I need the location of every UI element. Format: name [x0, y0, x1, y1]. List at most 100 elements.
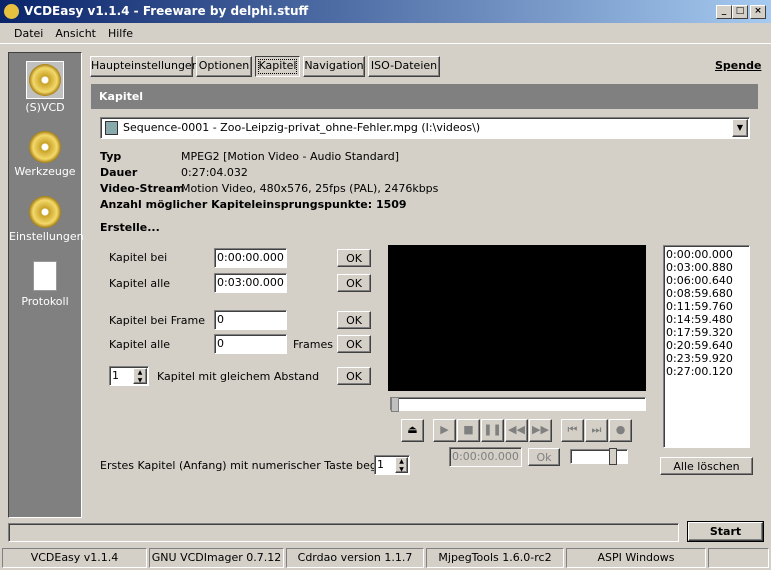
sidebar-item-protokoll[interactable]: Protokoll — [9, 261, 81, 308]
sidebar: (S)VCD Werkzeuge Einstellungen Protokoll — [8, 52, 84, 518]
chapter-list-item[interactable]: 0:23:59.920 — [666, 352, 747, 365]
menu-ansicht[interactable]: Ansicht — [55, 27, 96, 40]
kapitel-alle-input[interactable]: 0:03:00.000 — [214, 273, 287, 293]
kapitel-bei-ok-button[interactable]: OK — [337, 249, 371, 267]
kapitel-alle-label: Kapitel alle — [109, 277, 171, 290]
tab-kapitel[interactable]: Kapitel — [255, 56, 300, 77]
chapter-list-item[interactable]: 0:14:59.480 — [666, 313, 747, 326]
sidebar-label: Protokoll — [21, 295, 69, 308]
volume-thumb[interactable] — [609, 448, 617, 465]
file-select-value: Sequence-0001 - Zoo-Leipzig-privat_ohne-… — [123, 121, 481, 134]
spinner-arrows-icon[interactable]: ▲ ▼ — [133, 368, 147, 384]
spende-link[interactable]: Spende — [715, 59, 761, 72]
tab-haupteinstellungen[interactable]: Haupteinstellungen — [90, 56, 199, 77]
kapitel-alle-frames-ok-button[interactable]: OK — [337, 335, 371, 353]
tab-optionen[interactable]: Optionen — [196, 56, 252, 77]
gleich-spinner[interactable]: 1 ▲ ▼ — [109, 366, 149, 386]
rewind-icon[interactable]: ◀◀ — [505, 419, 528, 442]
player-ok-button[interactable]: Ok — [528, 448, 560, 466]
settings-disc-icon — [29, 196, 61, 228]
section-header: Kapitel — [91, 84, 758, 109]
kapitel-bei-label: Kapitel bei — [109, 251, 168, 264]
document-icon — [33, 261, 57, 291]
app-icon — [4, 4, 19, 19]
dauer-value: 0:27:04.032 — [181, 166, 248, 179]
erstes-kapitel-label: Erstes Kapitel (Anfang) mit numerischer … — [100, 459, 408, 472]
status-vcdeasy: VCDEasy v1.1.4 — [2, 548, 147, 568]
chapter-list-item[interactable]: 0:03:00.880 — [666, 261, 747, 274]
chapter-list-item[interactable]: 0:17:59.320 — [666, 326, 747, 339]
status-mjpegtools: MjpegTools 1.6.0-rc2 — [426, 548, 564, 568]
frames-label: Frames — [293, 338, 334, 351]
stop-icon[interactable]: ■ — [457, 419, 480, 442]
gleich-ok-button[interactable]: OK — [337, 367, 371, 385]
close-button[interactable]: × — [750, 5, 766, 19]
entry-points-count: Anzahl möglicher Kapiteleinsprungspunkte… — [100, 198, 407, 211]
fast-forward-icon[interactable]: ▶▶ — [529, 419, 552, 442]
dauer-label: Dauer — [100, 166, 138, 179]
eject-icon[interactable]: ⏏ — [401, 419, 424, 442]
window-title: VCDEasy v1.1.4 - Freeware by delphi.stuf… — [24, 4, 309, 18]
erstelle-heading: Erstelle... — [100, 221, 160, 234]
video-stream-value: Motion Video, 480x576, 25fps (PAL), 2476… — [181, 182, 439, 195]
chapter-list-item[interactable]: 0:00:00.000 — [666, 248, 747, 261]
video-stream-label: Video-Stream — [100, 182, 185, 195]
sidebar-label: Einstellungen — [9, 230, 84, 243]
spinner-value: 1 — [377, 458, 384, 471]
start-button[interactable]: Start — [687, 521, 764, 542]
pause-icon[interactable]: ❚❚ — [481, 419, 504, 442]
kapitel-alle-frames-label: Kapitel alle — [109, 338, 171, 351]
video-preview — [388, 245, 646, 391]
progress-bar — [8, 523, 679, 542]
spinner-arrows-icon[interactable]: ▲ ▼ — [395, 457, 408, 473]
minimize-button[interactable]: _ — [716, 5, 732, 19]
volume-slider[interactable] — [570, 448, 628, 465]
status-empty — [708, 548, 769, 568]
vcd-icon — [29, 64, 61, 96]
chevron-down-icon[interactable]: ▼ — [732, 119, 748, 137]
skip-forward-icon[interactable]: ⏭ — [585, 419, 608, 442]
film-icon — [105, 121, 118, 135]
sidebar-item-einstellungen[interactable]: Einstellungen — [9, 196, 84, 243]
kapitel-frame-label: Kapitel bei Frame — [109, 314, 206, 327]
menu-hilfe[interactable]: Hilfe — [108, 27, 133, 40]
status-vcdimager: GNU VCDImager 0.7.12 — [149, 548, 284, 568]
kapitel-frame-ok-button[interactable]: OK — [337, 311, 371, 329]
menu-bar: Datei Ansicht Hilfe — [0, 24, 771, 44]
chapter-list[interactable]: 0:00:00.000 0:03:00.880 0:06:00.640 0:08:59… — [663, 245, 750, 448]
tab-navigation[interactable]: Navigation — [303, 56, 365, 77]
typ-value: MPEG2 [Motion Video - Audio Standard] — [181, 150, 400, 163]
sidebar-label: Werkzeuge — [14, 165, 76, 178]
kapitel-frame-input[interactable]: 0 — [214, 310, 287, 330]
chapter-list-item[interactable]: 0:11:59.760 — [666, 300, 747, 313]
alle-loeschen-button[interactable]: Alle löschen — [660, 457, 753, 475]
menu-datei[interactable]: Datei — [14, 27, 43, 40]
title-bar: VCDEasy v1.1.4 - Freeware by delphi.stuf… — [0, 0, 771, 23]
sidebar-label: (S)VCD — [25, 101, 65, 114]
player-time-input[interactable]: 0:00:00.000 — [449, 447, 522, 467]
typ-label: Typ — [100, 150, 122, 163]
chapter-list-item[interactable]: 0:20:59.640 — [666, 339, 747, 352]
status-cdrdao: Cdrdao version 1.1.7 — [286, 548, 424, 568]
kapitel-alle-ok-button[interactable]: OK — [337, 274, 371, 292]
tab-iso-dateien[interactable]: ISO-Dateien — [368, 56, 440, 77]
tools-disc-icon — [29, 131, 61, 163]
skip-back-icon[interactable]: ⏮ — [561, 419, 584, 442]
file-select[interactable]: Sequence-0001 - Zoo-Leipzig-privat_ohne-… — [100, 117, 750, 139]
sidebar-item-werkzeuge[interactable]: Werkzeuge — [9, 131, 81, 178]
kapitel-alle-frames-input[interactable]: 0 — [214, 334, 287, 354]
chapter-list-item[interactable]: 0:06:00.640 — [666, 274, 747, 287]
slider-thumb[interactable] — [391, 397, 399, 412]
gleich-label: Kapitel mit gleichem Abstand — [157, 370, 320, 383]
play-icon[interactable]: ▶ — [433, 419, 456, 442]
maximize-button[interactable]: □ — [732, 5, 748, 19]
spinner-value: 1 — [112, 369, 119, 382]
status-aspi: ASPI Windows — [566, 548, 706, 568]
sidebar-item-svcd[interactable]: (S)VCD — [9, 61, 81, 114]
kapitel-bei-input[interactable]: 0:00:00.000 — [214, 248, 287, 268]
position-slider[interactable] — [390, 397, 646, 412]
erstes-kapitel-spinner[interactable]: 1 ▲ ▼ — [374, 455, 410, 475]
chapter-list-item[interactable]: 0:08:59.680 — [666, 287, 747, 300]
record-icon[interactable]: ● — [609, 419, 632, 442]
chapter-list-item[interactable]: 0:27:00.120 — [666, 365, 747, 378]
